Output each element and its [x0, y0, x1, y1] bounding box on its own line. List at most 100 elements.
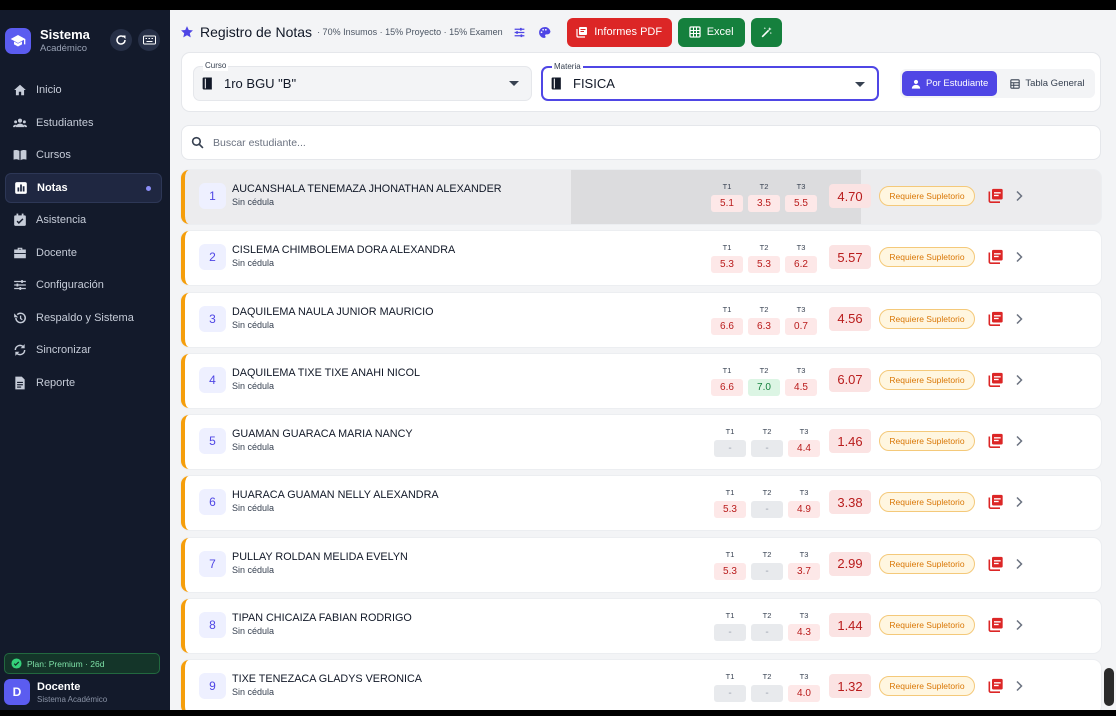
- pdf-icon[interactable]: [988, 432, 1004, 449]
- term-2-cell[interactable]: T2 7.0: [748, 366, 780, 396]
- term-3-cell[interactable]: T3 0.7: [785, 305, 817, 335]
- term-2-cell[interactable]: T2 -: [751, 672, 783, 703]
- sidebar-item-docente[interactable]: Docente: [5, 238, 162, 268]
- sidebar-item-sincronizar[interactable]: Sincronizar: [5, 335, 162, 365]
- term-3-cell[interactable]: T3 6.2: [785, 243, 817, 274]
- scrollbar-thumb[interactable]: [1104, 668, 1114, 706]
- term-2-cell[interactable]: T2 6.3: [748, 305, 780, 335]
- term-3-cell[interactable]: T3 4.5: [785, 366, 817, 396]
- final-average: 2.99: [829, 551, 871, 576]
- term-1-cell[interactable]: T1 5.1: [711, 182, 743, 212]
- sidebar-item-label: Cursos: [36, 149, 71, 161]
- term-2-cell[interactable]: T2 3.5: [748, 182, 780, 212]
- term-2-cell[interactable]: T2 5.3: [748, 243, 780, 274]
- palette-button[interactable]: [538, 26, 551, 39]
- term-1-cell[interactable]: T1 5.3: [714, 488, 746, 519]
- magic-wand-icon: [761, 26, 772, 37]
- term-label: T3: [796, 365, 806, 375]
- refresh-button[interactable]: [110, 29, 132, 51]
- view-general-table-button[interactable]: Tabla General: [1001, 71, 1093, 96]
- chevron-right-icon[interactable]: [1013, 496, 1025, 508]
- plan-badge[interactable]: Plan: Premium · 26d: [4, 653, 160, 674]
- term-1-cell[interactable]: T1 -: [714, 672, 746, 703]
- pdf-icon[interactable]: [988, 616, 1004, 633]
- student-name: HUARACA GUAMAN NELLY ALEXANDRA: [232, 489, 439, 502]
- chevron-right-icon[interactable]: [1013, 680, 1025, 692]
- term-2-cell[interactable]: T2 -: [751, 550, 783, 580]
- chevron-right-icon[interactable]: [1013, 558, 1025, 570]
- term-label: T3: [799, 549, 809, 559]
- term-3-cell[interactable]: T3 4.3: [788, 611, 820, 642]
- pdf-icon[interactable]: [988, 248, 1004, 265]
- view-by-student-button[interactable]: Por Estudiante: [902, 71, 998, 96]
- term-grade: 4.4: [788, 440, 820, 458]
- table-row[interactable]: 8 TIPAN CHICAIZA FABIAN RODRIGO Sin cédula…: [181, 599, 1101, 654]
- sidebar-item-asistencia[interactable]: Asistencia: [5, 205, 162, 235]
- chevron-right-icon[interactable]: [1013, 374, 1025, 386]
- sidebar-item-notas[interactable]: Notas: [5, 172, 162, 203]
- user-profile[interactable]: D Docente Sistema Académico: [4, 679, 107, 705]
- table-row[interactable]: 2 CISLEMA CHIMBOLEMA DORA ALEXANDRA Sin cé…: [181, 231, 1101, 286]
- status-badge: Requiere Supletorio: [879, 553, 975, 574]
- term-label: T1: [722, 365, 732, 375]
- table-row[interactable]: 1 AUCANSHALA TENEMAZA JHONATHAN ALEXANDER…: [181, 170, 1101, 224]
- sidebar-item-cursos[interactable]: Cursos: [5, 140, 162, 170]
- home-icon: [14, 84, 26, 96]
- pdf-icon[interactable]: [988, 555, 1004, 572]
- term-2-cell[interactable]: T2 -: [751, 611, 783, 642]
- book-icon: [551, 77, 561, 90]
- term-1-cell[interactable]: T1 -: [714, 427, 746, 458]
- chevron-right-icon[interactable]: [1013, 313, 1025, 325]
- chevron-right-icon[interactable]: [1013, 435, 1025, 447]
- sidebar-item-estudiantes[interactable]: Estudiantes: [5, 108, 162, 138]
- term-3-cell[interactable]: T3 3.7: [788, 550, 820, 580]
- sliders-button[interactable]: [513, 26, 526, 39]
- sidebar-item-reporte[interactable]: Reporte: [5, 368, 162, 398]
- pdf-icon[interactable]: [988, 371, 1004, 388]
- term-1-cell[interactable]: T1 5.3: [714, 550, 746, 580]
- excel-button[interactable]: Excel: [677, 17, 745, 47]
- table-row[interactable]: 9 TIXE TENEZACA GLADYS VERONICA Sin cédula…: [181, 660, 1101, 710]
- table-row[interactable]: 6 HUARACA GUAMAN NELLY ALEXANDRA Sin cédul…: [181, 476, 1101, 531]
- materia-select[interactable]: Materia FISICA: [541, 62, 879, 101]
- curso-select[interactable]: Curso 1ro BGU "B": [193, 61, 532, 101]
- term-2-cell[interactable]: T2 -: [751, 488, 783, 519]
- pdf-reports-button[interactable]: Informes PDF: [566, 17, 672, 47]
- brand: Sistema Académico: [5, 27, 90, 54]
- chevron-right-icon[interactable]: [1013, 251, 1025, 263]
- term-3-cell[interactable]: T3 4.4: [788, 427, 820, 458]
- brand-subtitle: Académico: [40, 43, 87, 54]
- keyboard-button[interactable]: [138, 29, 160, 51]
- chevron-right-icon[interactable]: [1013, 619, 1025, 631]
- term-2-cell[interactable]: T2 -: [751, 427, 783, 458]
- pdf-icon[interactable]: [988, 493, 1004, 510]
- pdf-icon[interactable]: [988, 187, 1004, 204]
- sidebar-item-inicio[interactable]: Inicio: [5, 75, 162, 105]
- student-id: Sin cédula: [232, 503, 275, 514]
- row-number: 5: [199, 428, 226, 455]
- term-label: T3: [796, 243, 806, 253]
- pdf-icon[interactable]: [988, 677, 1004, 694]
- term-grade: 6.6: [711, 317, 743, 335]
- term-grade: -: [751, 501, 783, 519]
- table-row[interactable]: 4 DAQUILEMA TIXE TIXE ANAHI NICOL Sin cédu…: [181, 353, 1101, 408]
- term-label: T2: [762, 549, 772, 559]
- term-3-cell[interactable]: T3 4.9: [788, 488, 820, 519]
- term-1-cell[interactable]: T1 -: [714, 611, 746, 642]
- sidebar-item-configuracion[interactable]: Configuración: [5, 270, 162, 300]
- term-3-cell[interactable]: T3 5.5: [785, 182, 817, 212]
- term-1-cell[interactable]: T1 6.6: [711, 305, 743, 335]
- term-1-cell[interactable]: T1 6.6: [711, 366, 743, 396]
- table-row[interactable]: 3 DAQUILEMA NAULA JUNIOR MAURICIO Sin cédu…: [181, 292, 1101, 347]
- term-3-cell[interactable]: T3 4.0: [788, 672, 820, 703]
- magic-button[interactable]: [750, 17, 782, 47]
- sidebar-item-respaldo-y-sistema[interactable]: Respaldo y Sistema: [5, 303, 162, 333]
- term-1-cell[interactable]: T1 5.3: [711, 243, 743, 274]
- pdf-icon[interactable]: [988, 310, 1004, 327]
- table-row[interactable]: 7 PULLAY ROLDAN MELIDA EVELYN Sin cédula T1…: [181, 537, 1101, 592]
- table-row[interactable]: 5 GUAMAN GUARACA MARIA NANCY Sin cédula T1 -…: [181, 415, 1101, 470]
- search-input[interactable]: [213, 136, 1013, 149]
- term-label: T2: [759, 365, 769, 375]
- chevron-right-icon[interactable]: [1013, 190, 1025, 202]
- app-window: Sistema Académico Inicio Estudiantes Curso…: [0, 10, 1116, 710]
